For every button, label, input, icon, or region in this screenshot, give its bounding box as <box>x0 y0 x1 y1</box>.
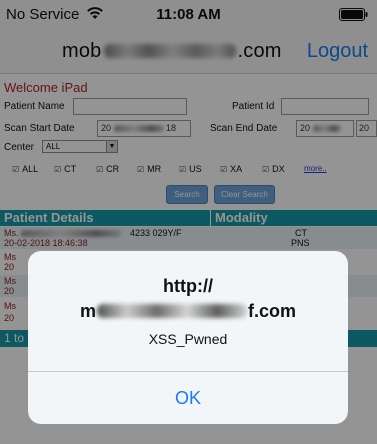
alert-title-start: m <box>79 301 96 321</box>
alert-dialog: http:// m f.com XSS_Pwned OK <box>28 251 348 424</box>
redacted-domain <box>97 304 247 318</box>
ok-button[interactable]: OK <box>28 372 348 424</box>
alert-title-end: f.com <box>248 301 297 321</box>
alert-message: XSS_Pwned <box>148 331 228 347</box>
alert-title-line2: m f.com <box>28 301 348 322</box>
alert-title-line1: http:// <box>163 276 213 296</box>
